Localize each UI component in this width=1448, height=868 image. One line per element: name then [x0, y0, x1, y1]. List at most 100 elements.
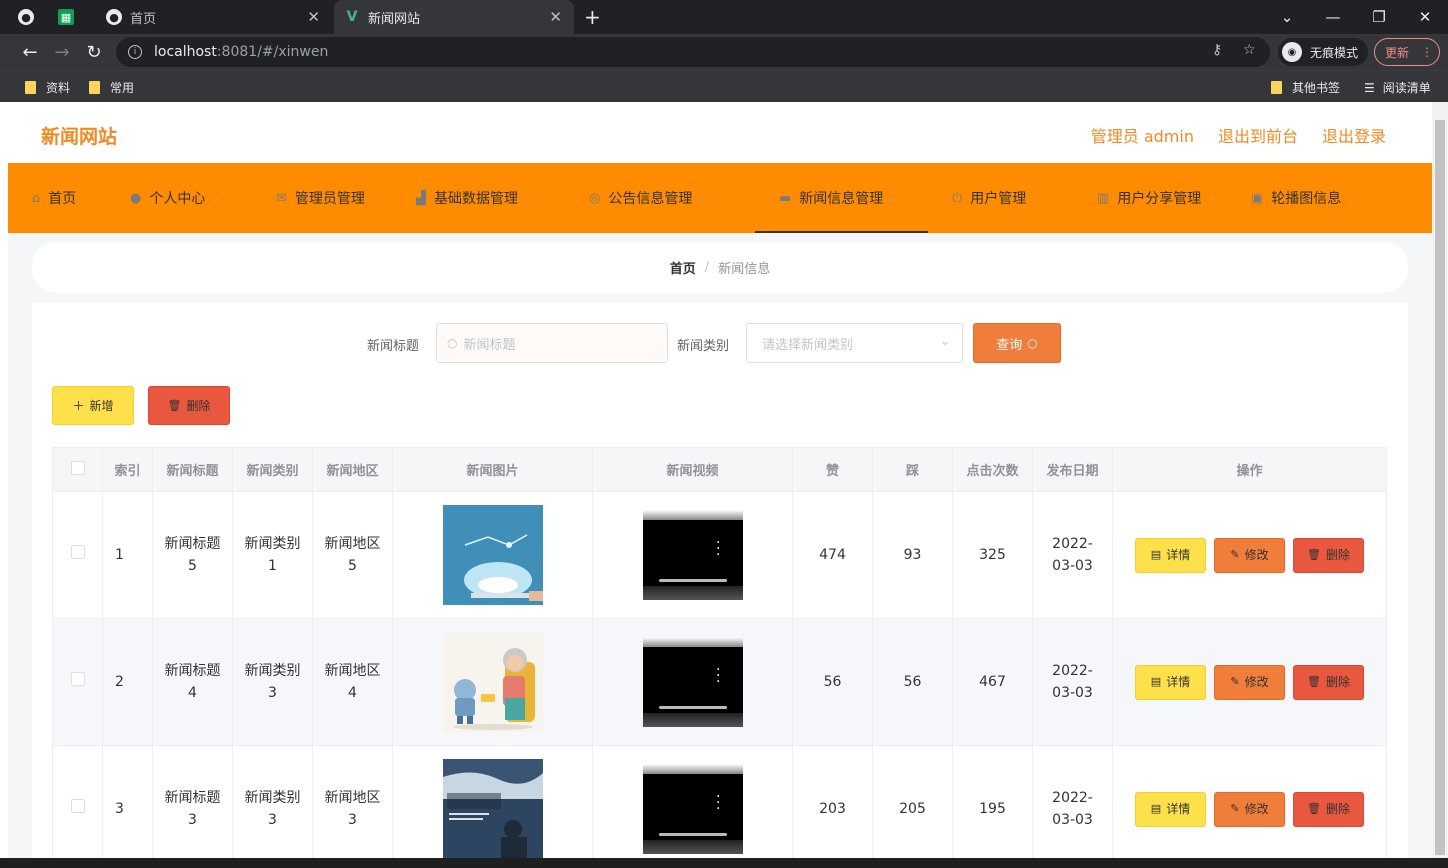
- browser-tab-news[interactable]: V 新闻网站 ✕: [334, 0, 574, 34]
- close-window-icon[interactable]: ✕: [1402, 0, 1448, 34]
- document-icon: ▤: [1150, 675, 1162, 688]
- browser-tab-home[interactable]: ● 首页 ✕: [96, 0, 332, 34]
- bookmark-label: 常用: [110, 81, 135, 95]
- news-image[interactable]: [442, 505, 543, 605]
- cell-ops: ▤ 详情 ✎ 修改 🗑 删除: [1112, 618, 1387, 746]
- header-clicks: 点击次数: [952, 447, 1033, 492]
- news-video[interactable]: · · ·: [642, 764, 743, 854]
- header-region: 新闻地区: [312, 447, 393, 492]
- delete-button[interactable]: 🗑 删除: [1293, 791, 1364, 827]
- query-label: 查询: [996, 337, 1023, 353]
- new-tab-button[interactable]: +: [584, 0, 608, 34]
- admin-link[interactable]: 管理员 admin: [1091, 123, 1194, 147]
- row-checkbox[interactable]: [70, 672, 85, 686]
- frontend-link[interactable]: 退出到前台: [1218, 123, 1298, 147]
- delete-button[interactable]: 🗑 删除: [1293, 537, 1364, 573]
- news-image[interactable]: [442, 759, 543, 858]
- menu-item-notice[interactable]: ◎ 公告信息管理 ⌄: [583, 163, 755, 233]
- incognito-badge[interactable]: ◉ 无痕模式: [1278, 38, 1369, 66]
- plus-icon: ＋: [72, 399, 85, 413]
- header-image: 新闻图片: [392, 447, 593, 492]
- bookmark-other[interactable]: 其他书签: [1271, 79, 1340, 96]
- menu-item-share[interactable]: ▥ 用户分享管理 ⌄: [1073, 163, 1245, 233]
- reload-icon[interactable]: ↻: [81, 39, 107, 65]
- menu-item-basedata[interactable]: ▟ 基础数据管理 ⌄: [410, 163, 583, 233]
- detail-button[interactable]: ▤ 详情: [1135, 791, 1206, 827]
- close-icon[interactable]: ✕: [549, 8, 562, 26]
- search-icon: ○: [447, 336, 458, 350]
- page-scrollbar[interactable]: [1432, 102, 1448, 858]
- menu-item-profile[interactable]: ● 个人中心 ⌄: [104, 163, 250, 233]
- info-icon[interactable]: i: [128, 45, 142, 59]
- cell-clicks: 467: [952, 618, 1033, 746]
- edit-button[interactable]: ✎ 修改: [1214, 537, 1285, 573]
- cell-index: 3: [102, 745, 153, 858]
- browser-tab-1[interactable]: ▦: [58, 0, 94, 34]
- breadcrumb-separator: /: [704, 260, 710, 275]
- url-host: localhost: [154, 44, 217, 60]
- menu-item-news[interactable]: ▬ 新闻信息管理 ⌄: [755, 163, 928, 233]
- edit-button[interactable]: ✎ 修改: [1214, 791, 1285, 827]
- restore-icon[interactable]: ❐: [1356, 0, 1402, 34]
- cell-title: 新闻标题4: [152, 618, 233, 746]
- cell-dislikes: 56: [872, 618, 953, 746]
- cell-type: 新闻类别1: [232, 491, 313, 619]
- row-checkbox[interactable]: [70, 799, 85, 813]
- header-likes: 赞: [792, 447, 873, 492]
- cell-date: 2022-03-03: [1032, 491, 1113, 619]
- close-icon[interactable]: ✕: [307, 8, 320, 26]
- breadcrumb-home[interactable]: 首页: [670, 258, 696, 277]
- row-checkbox[interactable]: [70, 545, 85, 559]
- cell-region: 新闻地区5: [312, 491, 393, 619]
- power-icon: ⏻: [952, 190, 963, 206]
- type-placeholder: 请选择新闻类别: [762, 337, 854, 353]
- news-image[interactable]: [442, 632, 543, 732]
- cell-index: 1: [102, 491, 153, 619]
- news-video[interactable]: · · ·: [642, 510, 743, 600]
- cell-image: [392, 491, 593, 619]
- cell-type: 新闻类别3: [232, 618, 313, 746]
- scrollbar-thumb[interactable]: [1435, 120, 1445, 855]
- trash-icon: 🗑: [1307, 548, 1321, 561]
- cell-ops: ▤ 详情 ✎ 修改 🗑 删除: [1112, 745, 1387, 858]
- type-select[interactable]: 请选择新闻类别 ⌄: [746, 323, 963, 363]
- menu-item-admin[interactable]: ✉ 管理员管理 ⌄: [250, 163, 410, 233]
- document-icon: ▤: [1150, 548, 1162, 561]
- minimize-icon[interactable]: —: [1310, 0, 1356, 34]
- cell-clicks: 195: [952, 745, 1033, 858]
- key-icon[interactable]: ⚷: [1212, 42, 1222, 58]
- bookmark-folder-0[interactable]: 资料: [25, 79, 70, 96]
- detail-button[interactable]: ▤ 详情: [1135, 537, 1206, 573]
- url-field[interactable]: i localhost :8081/#/xinwen: [116, 37, 1270, 67]
- header-index: 索引: [102, 447, 153, 492]
- back-icon[interactable]: ←: [17, 39, 43, 65]
- header-video: 新闻视频: [592, 447, 793, 492]
- news-video[interactable]: · · ·: [642, 637, 743, 727]
- batch-delete-button[interactable]: 🗑 删除: [148, 386, 230, 425]
- menu-item-carousel[interactable]: ▣ 轮播图信息 ⌄: [1245, 163, 1385, 233]
- menu-item-users[interactable]: ⏻ 用户管理 ⌄: [928, 163, 1073, 233]
- star-icon[interactable]: ☆: [1243, 42, 1256, 58]
- add-button[interactable]: ＋ 新增: [52, 386, 134, 425]
- trash-icon: 🗑: [167, 399, 182, 412]
- detail-label: 详情: [1166, 548, 1191, 562]
- reading-list[interactable]: ☰ 阅读清单: [1364, 79, 1431, 96]
- query-button[interactable]: 查询 ○: [973, 323, 1061, 363]
- title-input[interactable]: ○ 新闻标题: [436, 323, 668, 363]
- detail-button[interactable]: ▤ 详情: [1135, 664, 1206, 700]
- tab-search-icon[interactable]: ⌄: [1264, 0, 1310, 34]
- forward-icon[interactable]: →: [49, 39, 75, 65]
- menu-item-home[interactable]: ⌂ 首页: [8, 163, 104, 233]
- chat-icon: ▬: [779, 190, 792, 206]
- update-button[interactable]: 更新 ⋮: [1374, 38, 1440, 66]
- bookmarks-bar: 资料 常用 其他书签 ☰ 阅读清单: [0, 70, 1448, 102]
- logout-link[interactable]: 退出登录: [1322, 123, 1386, 147]
- edit-button[interactable]: ✎ 修改: [1214, 664, 1285, 700]
- document-icon: ▤: [1150, 802, 1162, 815]
- bookmark-folder-1[interactable]: 常用: [89, 79, 134, 96]
- chevron-down-icon: ⌄: [370, 192, 380, 204]
- delete-button[interactable]: 🗑 删除: [1293, 664, 1364, 700]
- folder-icon: [1271, 81, 1282, 94]
- select-all-checkbox[interactable]: [70, 460, 85, 475]
- browser-tab-0[interactable]: ●: [18, 0, 58, 34]
